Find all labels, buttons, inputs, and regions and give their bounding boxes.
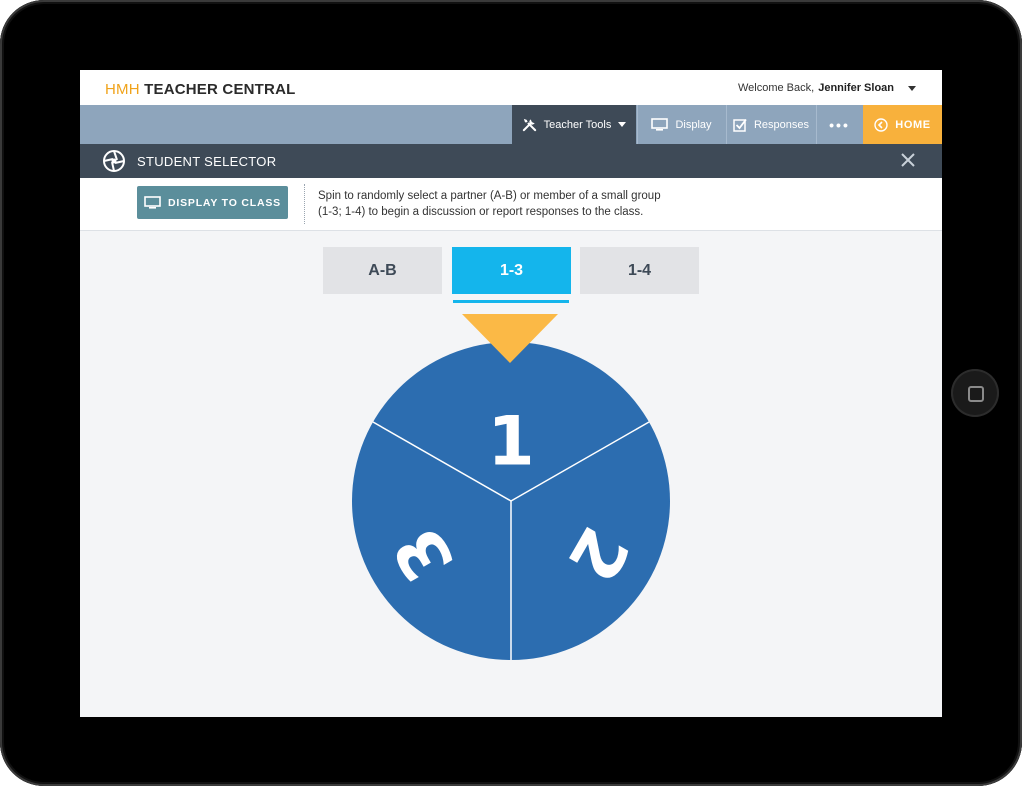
nav-more-button[interactable]: •••	[816, 105, 862, 144]
aperture-icon	[103, 150, 125, 172]
nav-display-label: Display	[675, 118, 712, 131]
nav-teacher-tools-label: Teacher Tools	[543, 118, 612, 131]
chevron-down-icon	[618, 122, 627, 127]
nav-display[interactable]: Display	[637, 105, 725, 144]
tab-1-4[interactable]: 1-4	[580, 247, 699, 294]
tool-header: STUDENT SELECTOR	[80, 144, 942, 178]
nav-teacher-tools[interactable]: Teacher Tools	[512, 105, 636, 144]
chevron-down-icon	[908, 85, 916, 91]
brand-name: TEACHER CENTRAL	[144, 81, 296, 98]
main-nav: Teacher Tools Display Responses ••• HOME	[80, 105, 942, 144]
user-menu[interactable]: Welcome Back, Jennifer Sloan	[738, 82, 916, 94]
wheel-segment-label: 1	[487, 403, 534, 482]
tablet-home-button[interactable]	[951, 369, 999, 417]
brand-prefix: HMH	[105, 81, 140, 98]
selected-tab-indicator	[453, 300, 569, 303]
chevron-left-circle-icon	[874, 117, 888, 132]
divider	[304, 184, 305, 224]
spinner-wheel[interactable]: 1 2 3	[352, 314, 672, 664]
tool-title: STUDENT SELECTOR	[137, 154, 277, 169]
tab-1-3[interactable]: 1-3	[452, 247, 571, 294]
nav-home-button[interactable]: HOME	[863, 105, 942, 144]
tools-icon	[522, 118, 536, 132]
top-bar: HMH TEACHER CENTRAL Welcome Back, Jennif…	[80, 70, 942, 105]
instructions-line-1: Spin to randomly select a partner (A-B) …	[318, 190, 661, 202]
nav-responses-label: Responses	[753, 118, 810, 131]
close-icon[interactable]	[900, 152, 916, 168]
tab-a-b[interactable]: A-B	[323, 247, 442, 294]
monitor-icon	[144, 196, 161, 209]
brand-logo[interactable]: HMH TEACHER CENTRAL	[105, 81, 295, 98]
nav-responses[interactable]: Responses	[726, 105, 815, 144]
display-to-class-button[interactable]: DISPLAY TO CLASS	[137, 186, 288, 219]
more-dots-icon: •••	[829, 116, 850, 133]
app-screen: HMH TEACHER CENTRAL Welcome Back, Jennif…	[80, 70, 942, 717]
checkbox-icon	[733, 118, 747, 132]
instructions-line-2: (1-3; 1-4) to begin a discussion or repo…	[318, 206, 644, 218]
monitor-icon	[651, 118, 669, 131]
instructions-bar: DISPLAY TO CLASS Spin to randomly select…	[80, 178, 942, 231]
user-name: Jennifer Sloan	[818, 82, 894, 94]
home-square-icon	[968, 386, 984, 402]
display-to-class-label: DISPLAY TO CLASS	[168, 196, 281, 209]
nav-home-label: HOME	[895, 118, 931, 131]
instructions-text: Spin to randomly select a partner (A-B) …	[318, 188, 738, 220]
welcome-text: Welcome Back,	[737, 82, 815, 94]
